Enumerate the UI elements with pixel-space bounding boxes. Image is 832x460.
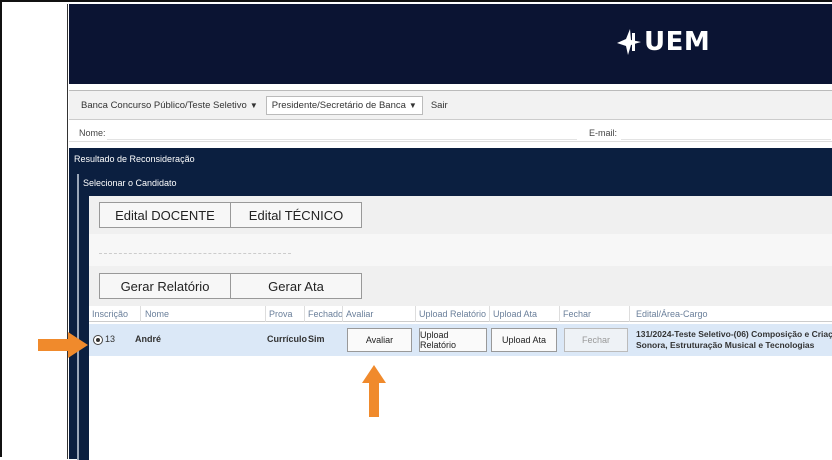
name-field — [107, 126, 577, 140]
app-header: UEM — [69, 4, 832, 84]
panel-content: Edital DOCENTE Edital TÉCNICO Gerar Rela… — [89, 196, 832, 460]
cell-nome: André — [135, 334, 162, 344]
th-avaliar: Avaliar — [346, 309, 374, 319]
column-separator — [304, 306, 305, 322]
cell-fechado: Sim — [308, 334, 325, 344]
left-margin — [4, 4, 68, 459]
menu-presidente-secretario-label: Presidente/Secretário de Banca — [271, 99, 406, 111]
th-fechar: Fechar — [563, 309, 592, 319]
email-label: E-mail: — [589, 128, 618, 138]
top-menubar: Banca Concurso Público/Teste Seletivo ▼ … — [69, 90, 832, 120]
menu-banca-concurso[interactable]: Banca Concurso Público/Teste Seletivo ▼ — [81, 100, 258, 111]
menu-banca-concurso-label: Banca Concurso Público/Teste Seletivo — [81, 99, 247, 111]
logo-text: UEM — [644, 27, 711, 57]
candidate-radio[interactable] — [93, 335, 103, 345]
separator-strip — [89, 234, 832, 266]
report-button-row: Gerar Relatório Gerar Ata — [89, 266, 832, 306]
column-separator — [559, 306, 560, 322]
edital-button-row: Edital DOCENTE Edital TÉCNICO — [89, 196, 832, 234]
column-separator — [342, 306, 343, 322]
select-candidate-panel: Selecionar o Candidato Edital DOCENTE Ed… — [77, 174, 832, 460]
email-field — [621, 126, 831, 140]
column-separator — [415, 306, 416, 322]
edital-tecnico-button[interactable]: Edital TÉCNICO — [230, 202, 362, 228]
cell-prova: Currículo — [267, 334, 308, 344]
gerar-relatorio-button[interactable]: Gerar Relatório — [99, 273, 231, 299]
column-separator — [489, 306, 490, 322]
th-nome: Nome — [145, 309, 170, 319]
dropdown-caret-icon: ▼ — [408, 100, 417, 110]
cell-edital-line1: 131/2024-Teste Seletivo-(06) Composição … — [636, 329, 832, 339]
upload-relatorio-button[interactable]: Upload Relatório — [419, 328, 487, 352]
reconsideration-panel: Resultado de Reconsideração Selecionar o… — [69, 148, 832, 460]
menu-sair[interactable]: Sair — [431, 100, 448, 111]
upload-ata-button[interactable]: Upload Ata — [491, 328, 557, 352]
menu-presidente-secretario[interactable]: Presidente/Secretário de Banca ▼ — [265, 95, 423, 115]
th-upload-ata: Upload Ata — [493, 309, 538, 319]
annotation-arrow-up-icon — [362, 365, 386, 417]
gerar-ata-button[interactable]: Gerar Ata — [230, 273, 362, 299]
th-fechado: Fechado — [308, 309, 344, 319]
table-header: Inscrição Nome Prova Fechado Avaliar Upl… — [89, 306, 832, 322]
th-prova: Prova — [269, 309, 293, 319]
uem-logo-icon — [617, 29, 641, 55]
avaliar-button[interactable]: Avaliar — [347, 328, 412, 352]
name-label: Nome: — [79, 128, 106, 138]
table-row[interactable]: 13 André Currículo Sim Avaliar Upload Re… — [89, 324, 832, 356]
th-edital-area-cargo: Edital/Área-Cargo — [636, 309, 708, 319]
cell-edital-line2: Sonora, Estruturação Musical e Tecnologi… — [636, 340, 815, 350]
dropdown-caret-icon: ▼ — [249, 100, 258, 110]
dashed-divider — [99, 253, 291, 254]
column-separator — [265, 306, 266, 322]
edital-docente-button[interactable]: Edital DOCENTE — [99, 202, 231, 228]
th-upload-relatorio: Upload Relatório — [419, 309, 487, 319]
uem-logo: UEM — [614, 24, 710, 60]
column-separator — [629, 306, 630, 322]
menu-sair-label: Sair — [430, 99, 448, 111]
th-inscricao: Inscrição — [92, 309, 129, 319]
column-separator — [140, 306, 141, 322]
inner-panel-title: Selecionar o Candidato — [83, 178, 177, 188]
panel-title: Resultado de Reconsideração — [74, 154, 195, 164]
cell-inscricao: 13 — [105, 334, 116, 344]
annotation-arrow-right-icon — [38, 332, 88, 358]
screenshot-frame: UEM Banca Concurso Público/Teste Seletiv… — [0, 0, 832, 460]
user-info-row: Nome: E-mail: — [69, 124, 832, 142]
fechar-button[interactable]: Fechar — [564, 328, 628, 352]
